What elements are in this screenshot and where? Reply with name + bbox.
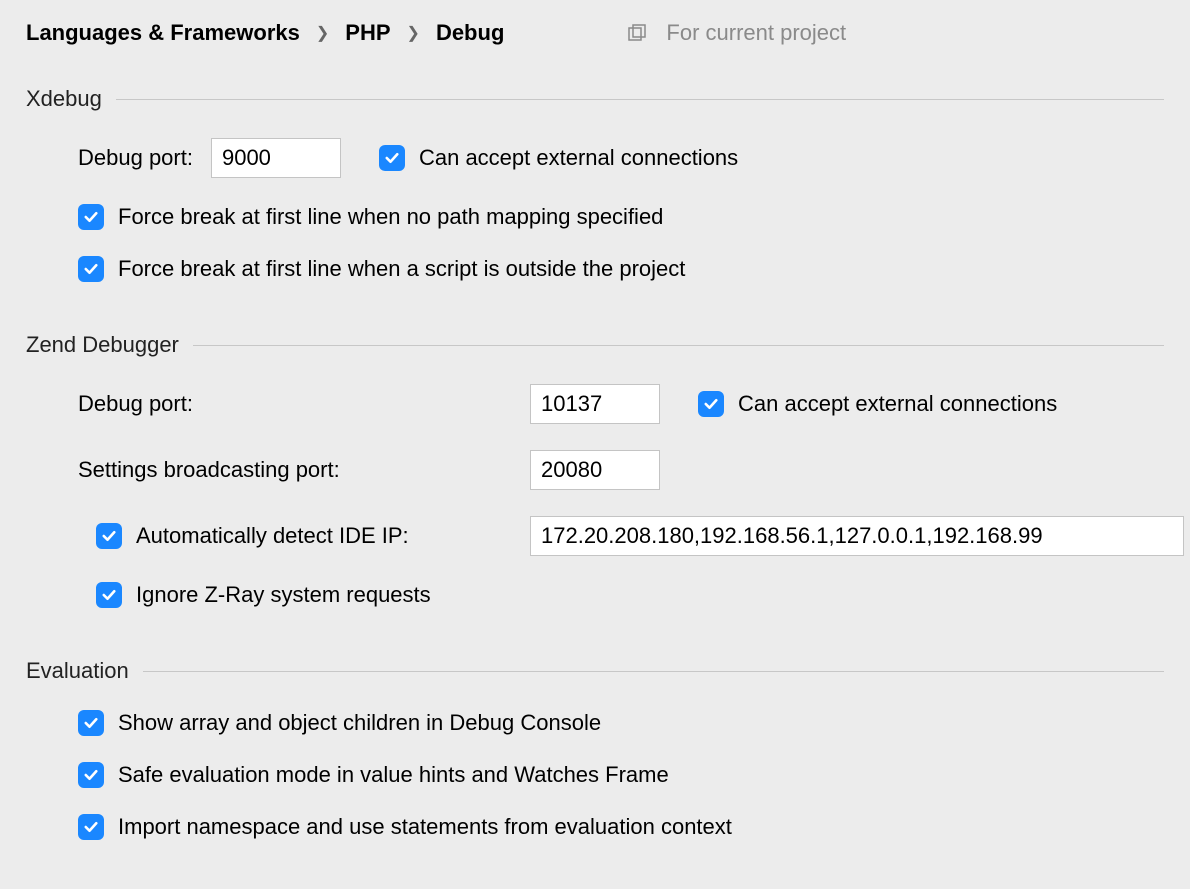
xdebug-accept-external-label: Can accept external connections (419, 145, 738, 171)
xdebug-section-header: Xdebug (26, 86, 1164, 112)
zend-ignore-zray-label: Ignore Z-Ray system requests (136, 582, 431, 608)
breadcrumb-debug[interactable]: Debug (436, 20, 504, 46)
zend-accept-external-checkbox[interactable] (698, 391, 724, 417)
xdebug-force-break-no-mapping-label: Force break at first line when no path m… (118, 204, 663, 230)
xdebug-force-break-outside-label: Force break at first line when a script … (118, 256, 685, 282)
zend-auto-detect-ip-checkbox[interactable] (96, 523, 122, 549)
zend-port-input[interactable] (530, 384, 660, 424)
zend-accept-external-label: Can accept external connections (738, 391, 1057, 417)
xdebug-port-input[interactable] (211, 138, 341, 178)
chevron-right-icon: ❯ (316, 23, 329, 43)
zend-title: Zend Debugger (26, 332, 179, 358)
divider (143, 671, 1164, 672)
evaluation-section-header: Evaluation (26, 658, 1164, 684)
zend-broadcast-port-input[interactable] (530, 450, 660, 490)
xdebug-port-label: Debug port: (78, 145, 193, 171)
chevron-right-icon: ❯ (407, 23, 420, 43)
eval-show-array-checkbox[interactable] (78, 710, 104, 736)
xdebug-title: Xdebug (26, 86, 102, 112)
evaluation-title: Evaluation (26, 658, 129, 684)
eval-import-ns-label: Import namespace and use statements from… (118, 814, 732, 840)
xdebug-force-break-outside-checkbox[interactable] (78, 256, 104, 282)
eval-import-ns-checkbox[interactable] (78, 814, 104, 840)
zend-ignore-zray-checkbox[interactable] (96, 582, 122, 608)
eval-safe-mode-label: Safe evaluation mode in value hints and … (118, 762, 669, 788)
zend-section-header: Zend Debugger (26, 332, 1164, 358)
project-scope-icon (626, 23, 646, 43)
zend-ide-ip-input[interactable] (530, 516, 1184, 556)
zend-auto-detect-ip-label: Automatically detect IDE IP: (136, 523, 409, 549)
xdebug-accept-external-checkbox[interactable] (379, 145, 405, 171)
breadcrumb-php[interactable]: PHP (345, 20, 390, 46)
eval-show-array-label: Show array and object children in Debug … (118, 710, 601, 736)
divider (193, 345, 1164, 346)
settings-breadcrumb: Languages & Frameworks ❯ PHP ❯ Debug For… (26, 20, 1164, 46)
project-scope-label: For current project (666, 20, 846, 46)
zend-broadcast-port-label: Settings broadcasting port: (78, 457, 530, 483)
xdebug-force-break-no-mapping-checkbox[interactable] (78, 204, 104, 230)
divider (116, 99, 1164, 100)
eval-safe-mode-checkbox[interactable] (78, 762, 104, 788)
zend-port-label: Debug port: (78, 391, 530, 417)
breadcrumb-languages[interactable]: Languages & Frameworks (26, 20, 300, 46)
